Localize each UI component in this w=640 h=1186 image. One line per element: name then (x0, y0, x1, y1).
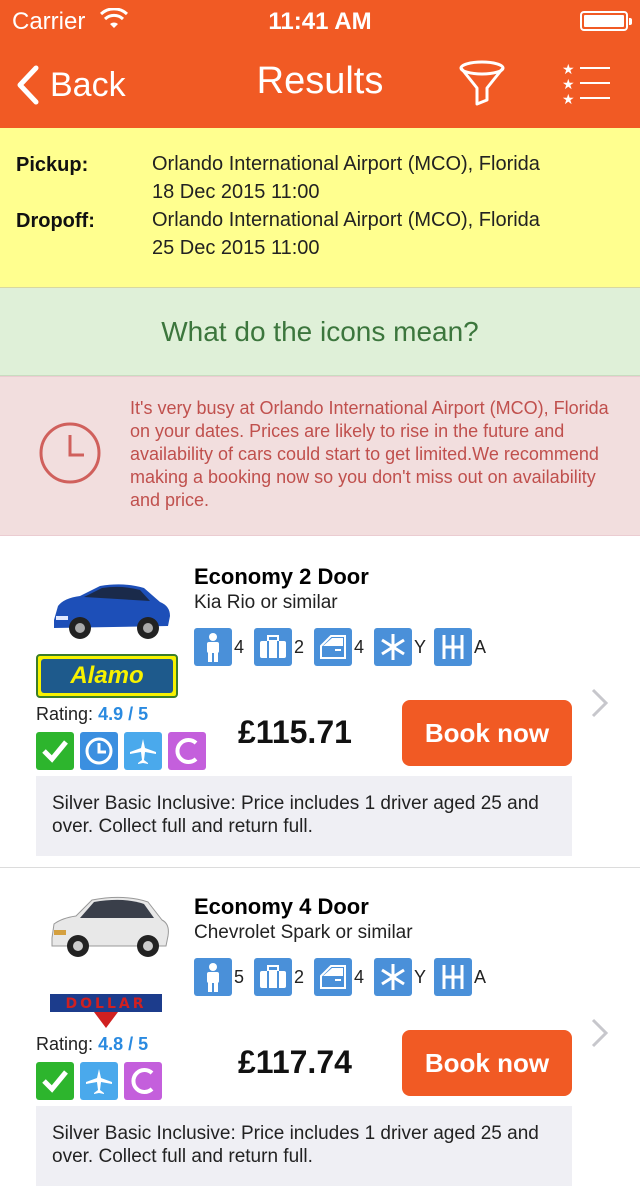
airplane-icon (80, 1062, 118, 1100)
pickup-datetime: 18 Dec 2015 11:00 (152, 181, 320, 203)
seats-value: 4 (234, 636, 245, 657)
supplier-logo-dollar: DOLLAR (50, 994, 162, 1028)
car-features: 4 2 4 Y A (194, 628, 494, 666)
door-icon (314, 628, 352, 666)
car-category: Economy 2 Door (194, 564, 369, 589)
transmission-value: A (474, 636, 487, 657)
car-model: Chevrolet Spark or similar (194, 922, 413, 943)
rating-label: Rating: (36, 704, 94, 724)
clock-icon (39, 422, 101, 484)
rating-label: Rating: (36, 1034, 94, 1054)
bags-value: 2 (294, 966, 305, 987)
rating-score: 4.9 / 5 (98, 704, 149, 724)
gearbox-icon (434, 628, 472, 666)
checkmark-icon (36, 1062, 74, 1100)
rating-score: 4.8 / 5 (98, 1034, 149, 1054)
warning-text: It's very busy at Orlando International … (130, 398, 609, 510)
status-bar: Carrier 11:41 AM (0, 0, 640, 40)
passenger-icon (194, 958, 232, 996)
search-summary: Pickup: Orlando International Airport (M… (0, 128, 640, 288)
car-features: 5 2 4 Y A (194, 958, 494, 996)
seats-value: 5 (234, 966, 245, 987)
svg-text:★: ★ (562, 62, 575, 78)
aircon-snowflake-icon (374, 958, 412, 996)
aircon-snowflake-icon (374, 628, 412, 666)
svg-text:★: ★ (562, 77, 575, 93)
dropoff-datetime: 25 Dec 2015 11:00 (152, 237, 320, 259)
chevron-right-icon[interactable] (588, 686, 612, 720)
filter-funnel-icon (459, 60, 505, 106)
transmission-value: A (474, 966, 487, 987)
rating: Rating: 4.9 / 5 (36, 704, 148, 725)
car-image (54, 584, 170, 639)
filter-button[interactable] (456, 58, 508, 108)
icons-help-link[interactable]: What do the icons mean? (0, 288, 640, 376)
dropoff-label: Dropoff: (16, 210, 95, 232)
gearbox-icon (434, 958, 472, 996)
status-time: 11:41 AM (268, 8, 372, 35)
door-icon (314, 958, 352, 996)
pickup-label: Pickup: (16, 154, 89, 176)
top-bar: Carrier 11:41 AM Back Results ★ ★ ★ (0, 0, 640, 128)
inclusive-details: Silver Basic Inclusive: Price includes 1… (36, 1106, 572, 1186)
checkmark-icon (36, 732, 74, 770)
clock-icon (80, 732, 118, 770)
battery-icon (580, 11, 632, 31)
alamo-logo-text: Alamo (41, 659, 173, 693)
page-title: Results (256, 60, 384, 102)
dropoff-location: Orlando International Airport (MCO), Flo… (152, 209, 540, 231)
car-model: Kia Rio or similar (194, 592, 338, 613)
car-result-card[interactable]: Alamo Economy 2 Door Kia Rio or similar … (0, 540, 640, 868)
pickup-location: Orlando International Airport (MCO), Flo… (152, 153, 540, 175)
aircon-value: Y (414, 966, 427, 987)
rating: Rating: 4.8 / 5 (36, 1034, 148, 1055)
car-category: Economy 4 Door (194, 894, 369, 919)
c-badge-icon (124, 1062, 162, 1100)
luggage-icon (254, 628, 292, 666)
car-result-card[interactable]: DOLLAR Economy 4 Door Chevrolet Spark or… (0, 870, 640, 1186)
book-now-button[interactable]: Book now (402, 700, 572, 766)
svg-text:★: ★ (562, 92, 575, 106)
supplier-logo-alamo: Alamo (36, 654, 178, 698)
passenger-icon (194, 628, 232, 666)
bags-value: 2 (294, 636, 305, 657)
inclusive-details: Silver Basic Inclusive: Price includes 1… (36, 776, 572, 856)
car-price: £117.74 (238, 1044, 352, 1080)
doors-value: 4 (354, 636, 365, 657)
car-price: £115.71 (238, 714, 352, 750)
book-now-button[interactable]: Book now (402, 1030, 572, 1096)
busy-warning: It's very busy at Orlando International … (0, 376, 640, 536)
sort-stars-icon: ★★★ (562, 62, 610, 108)
c-badge-icon (168, 732, 206, 770)
policy-badges (36, 1062, 168, 1100)
doors-value: 4 (354, 966, 365, 987)
car-image (51, 896, 169, 957)
chevron-right-icon[interactable] (588, 1016, 612, 1050)
airplane-icon (124, 732, 162, 770)
luggage-icon (254, 958, 292, 996)
policy-badges (36, 732, 212, 770)
sort-button[interactable]: ★ ★ ★ (560, 60, 612, 108)
dollar-logo-text: DOLLAR (66, 996, 147, 1012)
aircon-value: Y (414, 636, 427, 657)
